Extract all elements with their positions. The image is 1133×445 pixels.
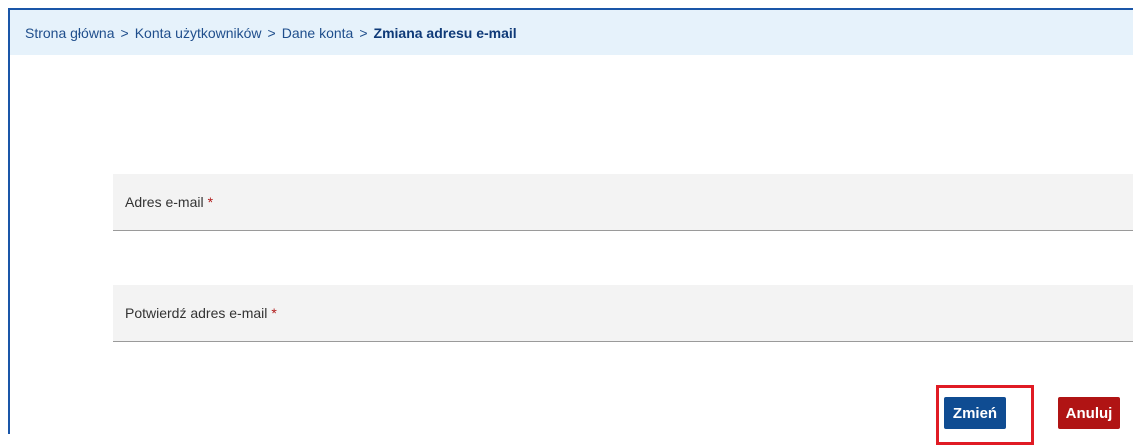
email-field[interactable]: Adres e-mail * <box>113 174 1133 231</box>
breadcrumb-home[interactable]: Strona główna <box>25 25 115 41</box>
breadcrumb-separator: > <box>120 24 129 41</box>
breadcrumb-account-data[interactable]: Dane konta <box>282 25 354 41</box>
confirm-email-field-label: Potwierdź adres e-mail <box>125 305 268 321</box>
confirm-email-field[interactable]: Potwierdź adres e-mail * <box>113 285 1133 342</box>
breadcrumb: Strona główna > Konta użytkowników > Dan… <box>10 10 1133 55</box>
required-marker: * <box>271 305 277 321</box>
breadcrumb-current: Zmiana adresu e-mail <box>373 24 517 41</box>
breadcrumb-separator: > <box>267 24 276 41</box>
required-marker: * <box>207 194 214 210</box>
change-button[interactable]: Zmień <box>944 397 1006 429</box>
breadcrumb-user-accounts[interactable]: Konta użytkowników <box>135 25 262 41</box>
breadcrumb-separator: > <box>359 24 368 41</box>
page-frame: Strona główna > Konta użytkowników > Dan… <box>8 8 1133 445</box>
email-field-label: Adres e-mail <box>125 194 204 210</box>
cancel-button[interactable]: Anuluj <box>1058 397 1120 429</box>
